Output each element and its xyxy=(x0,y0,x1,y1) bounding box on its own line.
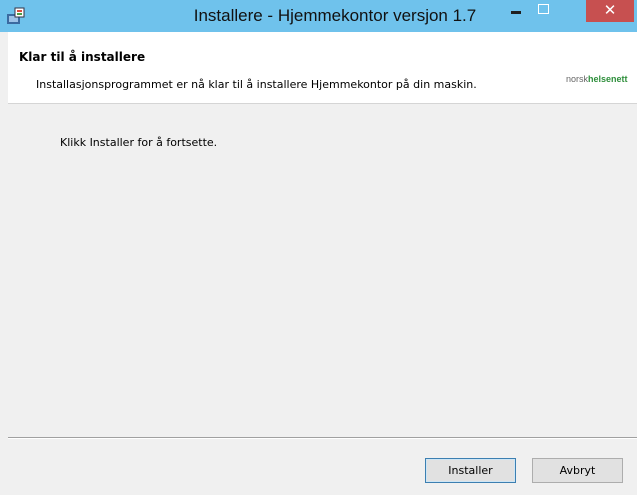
title-bar[interactable]: Installere - Hjemmekontor versjon 1.7 ✕ xyxy=(0,0,637,32)
footer-divider xyxy=(8,437,637,439)
wizard-header: Klar til å installere Installasjonsprogr… xyxy=(8,32,637,104)
installer-app-icon[interactable] xyxy=(6,7,26,25)
minimize-icon[interactable] xyxy=(503,0,529,22)
page-subtitle: Installasjonsprogrammet er nå klar til å… xyxy=(36,78,477,91)
norsk-helsenett-logo: norskhelsenett xyxy=(566,74,628,84)
cancel-button[interactable]: Avbryt xyxy=(532,458,623,483)
page-title: Klar til å installere xyxy=(19,50,146,64)
maximize-icon[interactable] xyxy=(530,0,556,22)
logo-bold: helsenett xyxy=(588,74,628,84)
logo-prefix: norsk xyxy=(566,74,589,84)
close-icon[interactable]: ✕ xyxy=(586,0,634,22)
window-title: Installere - Hjemmekontor versjon 1.7 xyxy=(193,6,477,25)
instruction-text: Klikk Installer for å fortsette. xyxy=(60,136,218,149)
installer-window: Installere - Hjemmekontor versjon 1.7 ✕ … xyxy=(0,0,637,495)
install-button[interactable]: Installer xyxy=(425,458,516,483)
